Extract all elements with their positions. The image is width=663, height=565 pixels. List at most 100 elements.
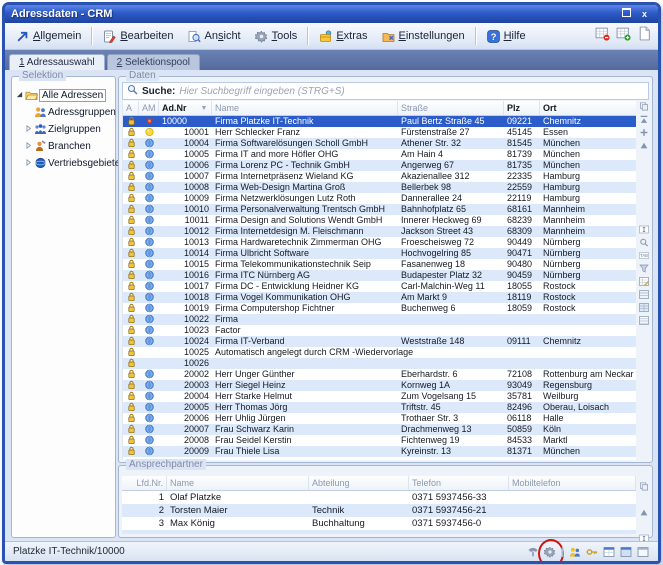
rail-scroll-up-icon[interactable]	[639, 504, 649, 522]
column-header-straße[interactable]: Straße	[398, 101, 504, 115]
plz-cell	[504, 314, 540, 325]
menu-item-extras[interactable]: Extras	[312, 27, 374, 46]
column-header-plz[interactable]: Plz	[504, 101, 540, 115]
lock-cell	[123, 402, 139, 413]
table-row[interactable]: 20007Frau Schwarz KarinDrachmenweg 13508…	[123, 424, 636, 435]
collapsed-arrow-icon[interactable]	[23, 158, 33, 169]
column-header-adnr[interactable]: Ad.Nr▼	[159, 101, 212, 115]
column-header-am[interactable]: AM	[139, 101, 159, 115]
rail-copy-icon[interactable]	[639, 478, 649, 496]
collapsed-arrow-icon[interactable]	[23, 124, 33, 135]
table-row[interactable]: 10016Firma ITC Nürnberg AGBudapester Pla…	[123, 270, 636, 281]
collapsed-arrow-icon[interactable]	[23, 141, 33, 152]
rail-grid-a-icon[interactable]	[638, 289, 649, 299]
tree-item-zielgruppen[interactable]: Zielgruppen	[14, 121, 113, 138]
toolbar-right	[595, 23, 652, 49]
column-header-name[interactable]: Name	[212, 101, 398, 115]
table-row[interactable]: 10010Firma Personalverwaltung Trentsch G…	[123, 204, 636, 215]
ort-cell: Nürnberg	[540, 259, 636, 270]
people-status-icon[interactable]	[568, 545, 582, 559]
table-row[interactable]: 20008Frau Seidel KerstinFichtenweg 19845…	[123, 435, 636, 446]
rail-edit-icon[interactable]	[638, 224, 649, 234]
table-row[interactable]: 20005Herr Thomas JörgTriftstr. 4582496Ob…	[123, 402, 636, 413]
table-row[interactable]: 10012Firma Internetdesign M. Fleischmann…	[123, 226, 636, 237]
tree-item-vertriebsgebiete[interactable]: Vertriebsgebiete	[14, 155, 113, 172]
table-add-button[interactable]	[616, 26, 631, 46]
rail-grid-b-icon[interactable]	[638, 302, 649, 312]
table-row[interactable]: 10024Firma IT-VerbandWeststraße 14809111…	[123, 336, 636, 347]
rail-grid-c-icon[interactable]	[638, 315, 649, 325]
table-row[interactable]: 20004Herr Starke HelmutZum Vogelsang 153…	[123, 391, 636, 402]
expanded-arrow-icon[interactable]	[14, 90, 24, 101]
column-header-a[interactable]: A	[123, 101, 139, 115]
gear-status-icon[interactable]	[543, 545, 557, 559]
table-row[interactable]: 10008Firma Web-Design Martina GroßBeller…	[123, 182, 636, 193]
table-row[interactable]: 10014Firma Ulbricht SoftwareHochvogelrin…	[123, 248, 636, 259]
restore-button[interactable]	[619, 8, 634, 21]
table-row[interactable]: 10000Firma Platzke IT-TechnikPaul Bertz …	[123, 116, 636, 127]
contact-column-header-mobiltelefon[interactable]: Mobiltelefon	[509, 476, 636, 490]
globe-icon	[145, 183, 154, 193]
menu-item-allgemein[interactable]: Allgemein	[9, 27, 88, 46]
table-row[interactable]: 10025Automatisch angelegt durch CRM -Wie…	[123, 347, 636, 358]
handset-status-icon[interactable]	[526, 545, 540, 559]
window-blue-status-icon[interactable]	[619, 545, 633, 559]
menu-item-tools[interactable]: Tools	[248, 27, 305, 46]
tree-item-adressgruppen[interactable]: Adressgruppen	[14, 104, 113, 121]
new-page-button[interactable]	[637, 26, 652, 46]
table-row[interactable]: 10022Firma	[123, 314, 636, 325]
strasse-cell: Am Hain 4	[398, 149, 504, 160]
contact-row[interactable]: 3Max KönigBuchhaltung0371 5937456-0	[122, 517, 636, 530]
rail-scroll-top-icon[interactable]	[638, 114, 649, 124]
table-row[interactable]: 10019Firma Computershop FichtnerBuchenwe…	[123, 303, 636, 314]
tree-item-branchen[interactable]: Branchen	[14, 138, 113, 155]
table-row[interactable]: 10004Firma Softwarelösungen Scholl GmbHA…	[123, 138, 636, 149]
tab-adressauswahl[interactable]: 1 Adressauswahl	[9, 54, 105, 71]
table-row[interactable]: 10013Firma Hardwaretechnik Zimmerman OHG…	[123, 237, 636, 248]
contact-column-header-abteilung[interactable]: Abteilung	[309, 476, 409, 490]
close-button[interactable]: x	[637, 8, 652, 21]
search-input[interactable]: Suche: Hier Suchbegriff eingeben (STRG+S…	[122, 82, 649, 100]
contact-column-header-telefon[interactable]: Telefon	[409, 476, 509, 490]
rail-filter-icon[interactable]	[638, 263, 649, 273]
table-remove-button[interactable]	[595, 26, 610, 46]
window-plain-status-icon[interactable]	[636, 545, 650, 559]
menu-item-hilfe[interactable]: ?Hilfe	[480, 27, 533, 46]
menu-item-einstellungen[interactable]: Einstellungen	[375, 27, 472, 46]
rail-zoom-icon[interactable]	[638, 237, 649, 247]
menu-item-ansicht[interactable]: Ansicht	[181, 27, 248, 46]
table-row[interactable]: 10006Firma Lorenz PC - Technik GmbHAnger…	[123, 160, 636, 171]
table-row[interactable]: 10017Firma DC - Entwicklung Heidner KGCa…	[123, 281, 636, 292]
table-row[interactable]: 10018Firma Vogel Kommunikation OHGAm Mar…	[123, 292, 636, 303]
menu-item-bearbeiten[interactable]: Bearbeiten	[96, 27, 180, 46]
table-row[interactable]: 20003Herr Siegel HeinzKornweg 1A93049Reg…	[123, 380, 636, 391]
table-row[interactable]: 20006Herr Uhlig JürgenTrothaer Str. 3061…	[123, 413, 636, 424]
window-grid-status-icon[interactable]	[602, 545, 616, 559]
rail-tab-icon[interactable]: TAB	[638, 250, 649, 260]
rail-grid-edit-icon[interactable]	[638, 276, 649, 286]
table-row[interactable]: 10026	[123, 358, 636, 369]
tree-item-alle-adressen[interactable]: Alle Adressen	[14, 87, 113, 104]
contact-row[interactable]: 1Olaf Platzke0371 5937456-33	[122, 491, 636, 504]
table-row[interactable]: 20002Herr Unger GüntherEberhardstr. 6721…	[123, 369, 636, 380]
tab-selektionspool[interactable]: 2 Selektionspool	[107, 54, 200, 71]
table-row[interactable]: 10011Firma Design and Solutions Wendt Gm…	[123, 215, 636, 226]
table-row[interactable]: 20009Frau Thiele LisaKyreinstr. 1381371M…	[123, 446, 636, 457]
table-row[interactable]: 10023Factor	[123, 325, 636, 336]
table-row[interactable]: 10007Firma Internetpräsenz Wieland KGAka…	[123, 171, 636, 182]
table-row[interactable]: 10001Herr Schlecker FranzFürstenstraße 2…	[123, 127, 636, 138]
globe-icon	[145, 447, 154, 457]
rail-copy-icon[interactable]	[638, 101, 649, 111]
table-row[interactable]: 10009Firma Netzwerklösungen Lutz RothDan…	[123, 193, 636, 204]
table-row[interactable]: 10005Firma IT and more Höfler OHGAm Hain…	[123, 149, 636, 160]
contact-column-header-name[interactable]: Name	[167, 476, 309, 490]
plz-cell: 22335	[504, 171, 540, 182]
contact-row[interactable]: 2Torsten MaierTechnik0371 5937456-21	[122, 504, 636, 517]
rail-add-icon[interactable]	[638, 127, 649, 137]
contact-column-header-lfdnr[interactable]: Lfd.Nr.	[122, 476, 167, 490]
column-header-ort[interactable]: Ort	[540, 101, 636, 115]
rail-scroll-up-icon[interactable]	[638, 140, 649, 150]
table-row[interactable]: 10015Firma Telekommunikationstechnik Sei…	[123, 259, 636, 270]
lock-cell	[123, 281, 139, 292]
key-status-icon[interactable]	[585, 545, 599, 559]
